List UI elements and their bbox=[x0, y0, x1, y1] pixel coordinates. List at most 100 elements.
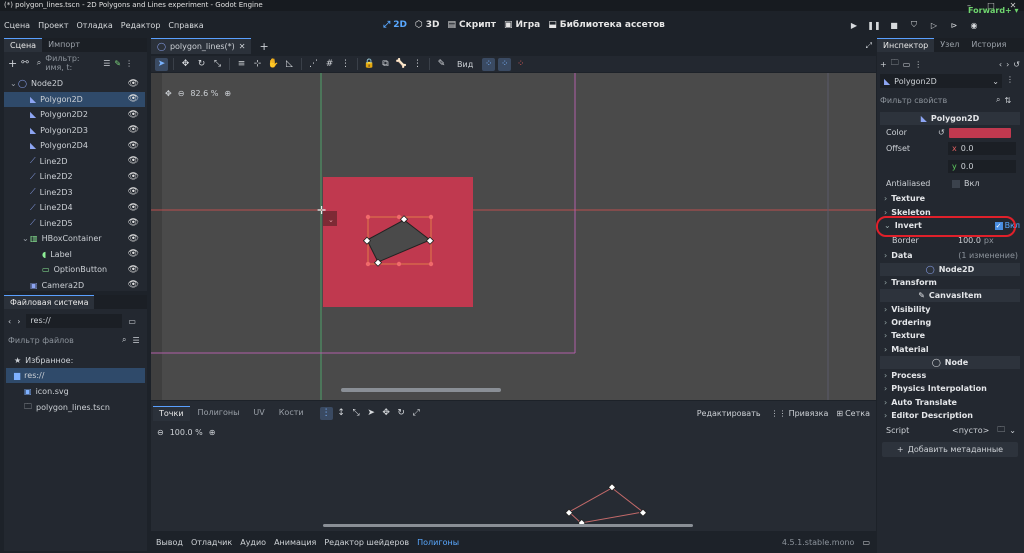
rotate-tool-icon[interactable]: ↻ bbox=[195, 58, 208, 71]
tab-polygons[interactable]: Полигоны bbox=[417, 538, 459, 547]
close-tab-icon[interactable]: ✕ bbox=[239, 42, 246, 51]
visibility-eye-icon[interactable]: 👁 bbox=[128, 156, 139, 166]
section-auto-translate[interactable]: › Auto Translate bbox=[880, 396, 1020, 409]
tab-history[interactable]: История bbox=[965, 38, 1012, 52]
visibility-eye-icon[interactable]: 👁 bbox=[128, 218, 139, 228]
folder-icon[interactable]: 🗀 bbox=[891, 57, 899, 71]
distraction-free-icon[interactable]: ⤢ bbox=[866, 41, 872, 51]
invert-checkbox[interactable]: ✓ Вкл bbox=[994, 221, 1020, 230]
section-editor-description[interactable]: › Editor Description bbox=[880, 409, 1020, 422]
stop-icon[interactable]: ■ bbox=[885, 16, 903, 34]
snap-options-icon[interactable]: ⋮ bbox=[339, 58, 352, 71]
more-icon[interactable]: ⋮ bbox=[914, 60, 922, 69]
sort-icon[interactable]: ☰ bbox=[132, 336, 139, 345]
list-select-icon[interactable]: ≡ bbox=[235, 58, 248, 71]
menu-debug[interactable]: Отладка bbox=[73, 21, 117, 30]
color-swatch[interactable] bbox=[948, 127, 1011, 138]
add-node-icon[interactable]: + bbox=[8, 57, 17, 70]
new-tab-icon[interactable]: + bbox=[259, 40, 268, 53]
back-icon[interactable]: ‹ bbox=[8, 317, 11, 326]
move-tool-icon[interactable]: ✥ bbox=[179, 58, 192, 71]
tab-import[interactable]: Импорт bbox=[42, 38, 86, 52]
zoom-out-icon[interactable]: ⊖ bbox=[178, 89, 185, 98]
view-options-icon[interactable]: ✎ bbox=[435, 58, 448, 71]
section-material[interactable]: › Material bbox=[880, 343, 1020, 356]
history-icon[interactable]: ↺ bbox=[1013, 60, 1020, 69]
workspace-game[interactable]: ▣ Игра bbox=[504, 20, 540, 30]
tab-output[interactable]: Вывод bbox=[156, 538, 183, 547]
visibility-eye-icon[interactable]: 👁 bbox=[128, 249, 139, 259]
more-icon[interactable]: ⋮ bbox=[125, 59, 133, 68]
visibility-eye-icon[interactable]: 👁 bbox=[128, 94, 139, 104]
smart-snap-icon[interactable]: ⋰ bbox=[307, 58, 320, 71]
script-field[interactable]: <пусто> bbox=[952, 426, 989, 435]
poly-h-scrollbar[interactable] bbox=[323, 524, 693, 527]
pan-icon[interactable]: ✥ bbox=[165, 89, 172, 98]
split-view-icon[interactable]: ▭ bbox=[128, 317, 136, 326]
view-menu[interactable]: Вид bbox=[457, 60, 473, 69]
scene-tab[interactable]: ◯ polygon_lines(*) ✕ bbox=[151, 38, 252, 54]
scene-filter-input[interactable]: Фильтр: имя, t: bbox=[45, 54, 99, 72]
visibility-eye-icon[interactable]: 👁 bbox=[128, 79, 139, 89]
visibility-eye-icon[interactable]: 👁 bbox=[128, 187, 139, 197]
link-icon[interactable]: ⚯ bbox=[21, 58, 29, 68]
forward-icon[interactable]: › bbox=[17, 317, 20, 326]
visibility-eye-icon[interactable]: 👁 bbox=[128, 203, 139, 213]
tab-audio[interactable]: Аудио bbox=[240, 538, 266, 547]
tab-scene[interactable]: Сцена bbox=[4, 38, 43, 52]
section-physics-interpolation[interactable]: › Physics Interpolation bbox=[880, 382, 1020, 395]
menu-editor[interactable]: Редактор bbox=[117, 21, 165, 30]
play-custom-icon[interactable]: ⊳ bbox=[945, 16, 963, 34]
visibility-eye-icon[interactable]: 👁 bbox=[128, 141, 139, 151]
visibility-eye-icon[interactable]: 👁 bbox=[128, 234, 139, 244]
section-visibility[interactable]: › Visibility bbox=[880, 303, 1020, 316]
path-input[interactable]: res:// bbox=[26, 314, 123, 328]
viewport-canvas[interactable]: ⌄ ✛ bbox=[151, 73, 876, 400]
save-icon[interactable]: ▭ bbox=[903, 60, 911, 69]
grid-snap-icon[interactable]: # bbox=[323, 58, 336, 71]
pivot-tool-icon[interactable]: ⊹ bbox=[251, 58, 264, 71]
expand-caret-icon[interactable]: ⌄ bbox=[22, 234, 30, 243]
section-process[interactable]: › Process bbox=[880, 369, 1020, 382]
offset-y-field[interactable]: y 0.0 bbox=[948, 160, 1016, 173]
menu-help[interactable]: Справка bbox=[164, 21, 207, 30]
movie-maker-icon[interactable]: ◉ bbox=[965, 16, 983, 34]
workspace-assetlib[interactable]: ⬓ Библиотека ассетов bbox=[548, 20, 665, 30]
tab-animation[interactable]: Анимация bbox=[274, 538, 316, 547]
key-scale-icon[interactable]: ⁘ bbox=[514, 58, 527, 71]
section-data[interactable]: › Data (1 изменение) bbox=[880, 249, 1020, 262]
scene-tree-item[interactable]: ⟋ Line2D 👁 bbox=[4, 154, 145, 169]
layout-icon[interactable]: ▭ bbox=[862, 538, 870, 547]
workspace-script[interactable]: ▤ Скрипт bbox=[448, 20, 496, 30]
canvas-viewport[interactable]: ⌄ ✛ ✥ ⊖ 82.6 % ⊕ bbox=[151, 73, 876, 400]
file-item[interactable]: ▣ icon.svg bbox=[24, 384, 69, 399]
menu-project[interactable]: Проект bbox=[34, 21, 72, 30]
visibility-eye-icon[interactable]: 👁 bbox=[128, 110, 139, 120]
select-tool-icon[interactable]: ➤ bbox=[155, 57, 168, 71]
scene-tree-item[interactable]: ⟋ Line2D5 👁 bbox=[4, 216, 145, 231]
add-script-icon[interactable]: ✎ bbox=[114, 59, 121, 68]
scene-tree-item[interactable]: ⌄ ◯ Node2D 👁 bbox=[4, 76, 145, 91]
checkbox-unchecked-icon[interactable] bbox=[952, 179, 960, 188]
tab-filesystem[interactable]: Файловая система bbox=[4, 295, 95, 309]
tab-node[interactable]: Узел bbox=[934, 38, 965, 52]
favorites-row[interactable]: ★ Избранное: bbox=[14, 353, 73, 368]
scene-tree-item[interactable]: ◣ Polygon2D2 👁 bbox=[4, 107, 145, 122]
section-ordering[interactable]: › Ordering bbox=[880, 316, 1020, 329]
scene-tree-item[interactable]: ◣ Polygon2D 👁 bbox=[4, 91, 145, 107]
chevron-down-icon[interactable]: ⌄ bbox=[1009, 426, 1016, 435]
group-icon[interactable]: ⧉ bbox=[379, 58, 392, 71]
scale-tool-icon[interactable]: ⤡ bbox=[211, 58, 224, 71]
scene-tree-item[interactable]: ▣ Camera2D 👁 bbox=[4, 278, 145, 293]
res-root-row[interactable]: ▆ res:// bbox=[6, 368, 145, 383]
tab-inspector[interactable]: Инспектор bbox=[877, 38, 935, 52]
scene-tree-item[interactable]: ◣ Polygon2D3 👁 bbox=[4, 123, 145, 138]
zoom-in-icon[interactable]: ⊕ bbox=[224, 89, 231, 98]
expand-caret-icon[interactable]: ⌄ bbox=[10, 79, 18, 88]
visibility-eye-icon[interactable]: 👁 bbox=[128, 125, 139, 135]
key-position-icon[interactable]: ⁘ bbox=[482, 57, 496, 71]
folder-icon[interactable]: 🗀 bbox=[997, 424, 1005, 438]
section-texture[interactable]: › Texture bbox=[880, 192, 1020, 205]
visibility-eye-icon[interactable]: 👁 bbox=[128, 265, 139, 275]
revert-icon[interactable]: ↺ bbox=[938, 128, 945, 137]
